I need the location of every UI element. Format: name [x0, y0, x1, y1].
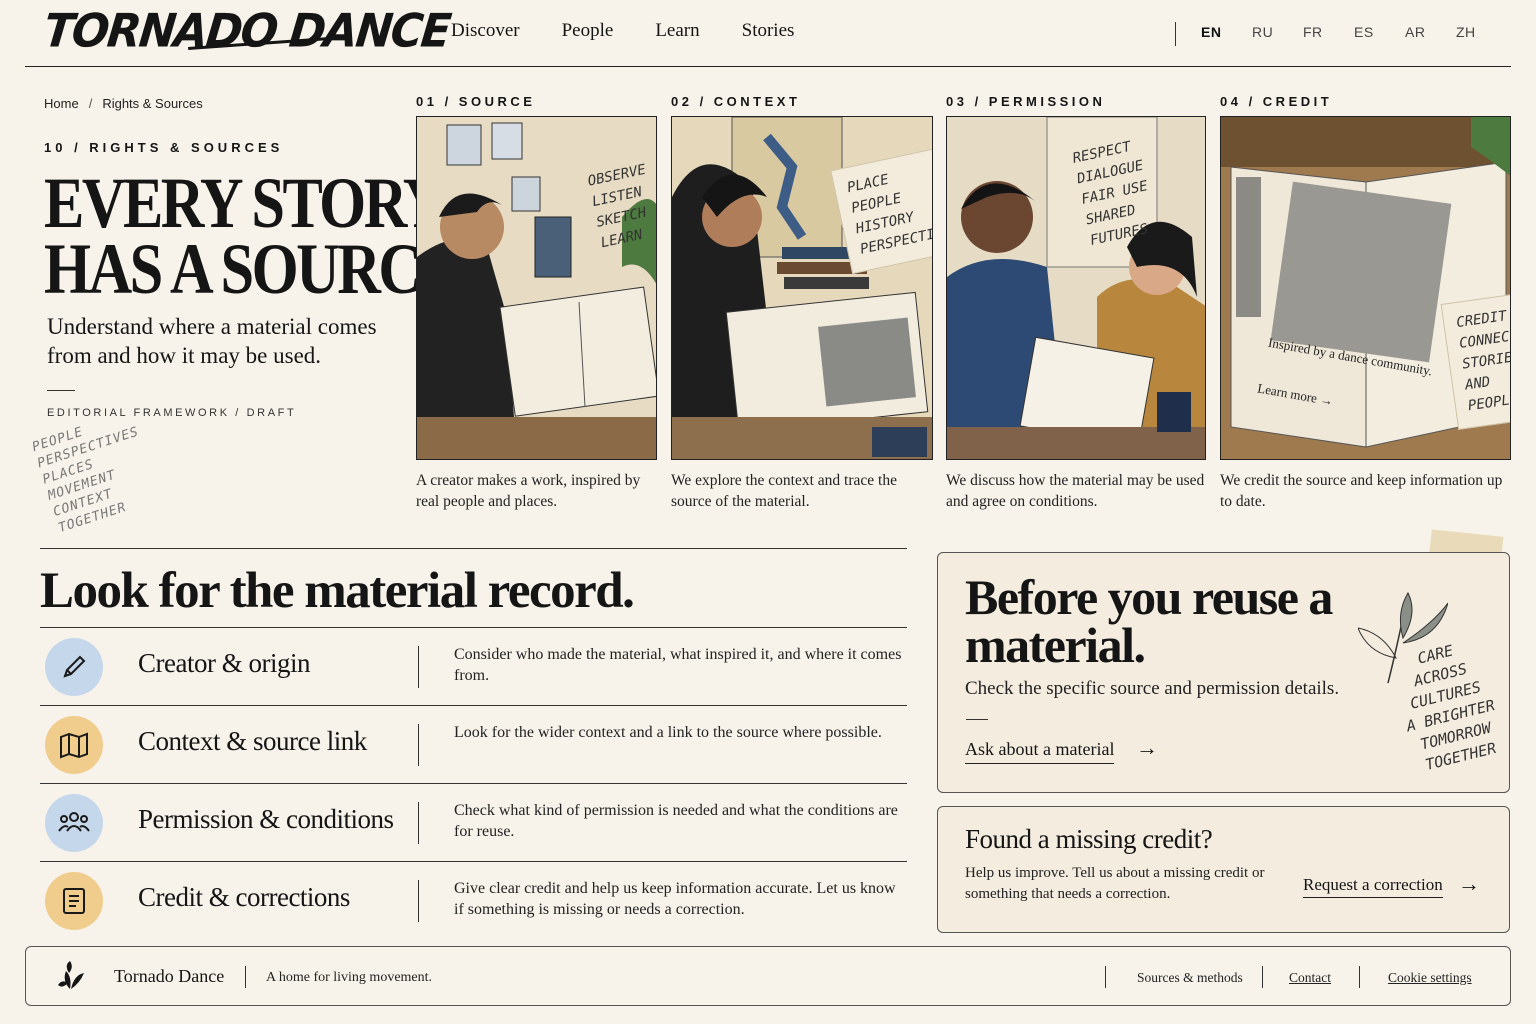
row-divider — [418, 802, 419, 844]
row-divider — [418, 724, 419, 766]
ask-about-material-link[interactable]: Ask about a material — [965, 739, 1115, 764]
panel-credit: 04 / CREDIT Inspired by a dance communit… — [1220, 94, 1511, 512]
record-row-desc: Check what kind of permission is needed … — [454, 802, 898, 840]
breadcrumb-home[interactable]: Home — [44, 96, 79, 111]
footer-link-sources[interactable]: Sources & methods — [1137, 970, 1243, 986]
lang-es[interactable]: ES — [1354, 24, 1405, 40]
record-heading: Look for the material record. — [40, 563, 635, 619]
footer-divider — [245, 966, 246, 988]
missing-credit-card: Found a missing credit? Help us improve.… — [937, 806, 1510, 933]
document-icon — [45, 872, 103, 930]
row-divider — [418, 646, 419, 688]
panel-context: 02 / CONTEXT PLACE PEOPLE HISTORY PERSPE… — [671, 94, 933, 512]
nav-discover[interactable]: Discover — [451, 20, 520, 42]
arrow-right-icon[interactable]: → — [1136, 735, 1158, 761]
panel-caption: We discuss how the material may be used … — [946, 472, 1205, 510]
handwritten-scribble: PEOPLE PERSPECTIVES PLACES MOVEMENT CONT… — [30, 407, 162, 537]
page-title-line1: EVERY STORY — [44, 163, 446, 243]
site-logo[interactable]: TORNADO DANCE — [41, 5, 452, 59]
reuse-heading: Before you reuse a material. — [965, 569, 1333, 673]
record-row-title: Credit & corrections — [138, 882, 350, 912]
record-list: Creator & origin Consider who made the m… — [40, 627, 907, 939]
lang-en[interactable]: EN — [1201, 24, 1252, 40]
section-kicker: 10 / RIGHTS & SOURCES — [44, 140, 284, 155]
panel-label: 04 / CREDIT — [1220, 94, 1333, 109]
lang-ru[interactable]: RU — [1252, 24, 1303, 40]
header-divider — [25, 66, 1511, 67]
language-divider — [1175, 22, 1176, 46]
panel-caption: We credit the source and keep informatio… — [1220, 472, 1503, 510]
record-row-desc: Look for the wider context and a link to… — [454, 724, 882, 741]
arrow-right-icon[interactable]: → — [1458, 871, 1480, 897]
footer-brand: Tornado Dance — [114, 966, 225, 986]
panel-illustration-credit: Inspired by a dance community. Learn mor… — [1220, 116, 1511, 460]
map-icon — [45, 716, 103, 774]
footer-divider — [1359, 966, 1360, 988]
lang-ar[interactable]: AR — [1405, 24, 1456, 40]
reuse-dash — [966, 719, 988, 720]
page-title: EVERY STORY HAS A SOURCE. — [44, 163, 473, 309]
missing-credit-heading: Found a missing credit? — [965, 824, 1213, 854]
panel-illustration-context: PLACE PEOPLE HISTORY PERSPECTIVE — [671, 116, 933, 460]
panel-illustration-permission: RESPECT DIALOGUE FAIR USE SHARED FUTURES — [946, 116, 1206, 460]
nav-people[interactable]: People — [562, 20, 614, 42]
record-row-creator: Creator & origin Consider who made the m… — [40, 627, 907, 705]
editorial-meta: EDITORIAL FRAMEWORK / DRAFT — [47, 407, 297, 419]
handwritten-note: CARE ACROSS CULTURES A BRIGHTER TOMORROW… — [1389, 634, 1507, 778]
language-switcher: EN RU FR ES AR ZH — [1201, 24, 1507, 40]
page-subtitle: Understand where a material comes from a… — [47, 314, 377, 368]
intro-dash — [47, 390, 75, 391]
site-footer: Tornado Dance A home for living movement… — [25, 946, 1511, 1006]
lang-zh[interactable]: ZH — [1456, 24, 1507, 40]
pencil-icon — [45, 638, 103, 696]
panel-label: 01 / SOURCE — [416, 94, 536, 109]
panel-label: 03 / PERMISSION — [946, 94, 1106, 109]
nav-learn[interactable]: Learn — [655, 20, 699, 42]
footer-link-cookies[interactable]: Cookie settings — [1388, 970, 1472, 986]
panel-caption: A creator makes a work, inspired by real… — [416, 472, 641, 510]
row-divider — [418, 880, 419, 922]
breadcrumb-current[interactable]: Rights & Sources — [102, 96, 202, 111]
leaf-logo-icon — [58, 961, 84, 989]
record-row-desc: Consider who made the material, what ins… — [454, 646, 902, 684]
panel-caption: We explore the context and trace the sou… — [671, 472, 897, 510]
panel-permission: 03 / PERMISSION RESPECT DIALOGUE FAIR US… — [946, 94, 1206, 512]
footer-divider — [1262, 966, 1263, 988]
footer-link-contact[interactable]: Contact — [1289, 970, 1331, 986]
panel-illustration-source: OBSERVE LISTEN SKETCH LEARN — [416, 116, 657, 460]
record-row-desc: Give clear credit and help us keep infor… — [454, 880, 896, 918]
footer-divider — [1105, 966, 1106, 988]
panel-label: 02 / CONTEXT — [671, 94, 801, 109]
lang-fr[interactable]: FR — [1303, 24, 1354, 40]
record-row-title: Context & source link — [138, 726, 367, 756]
record-row-context: Context & source link Look for the wider… — [40, 705, 907, 783]
record-row-title: Permission & conditions — [138, 804, 394, 834]
request-correction-link[interactable]: Request a correction — [1303, 875, 1443, 898]
page-title-line2: HAS A SOURCE. — [44, 229, 473, 309]
breadcrumb: Home / Rights & Sources — [44, 96, 203, 111]
record-row-title: Creator & origin — [138, 648, 310, 678]
record-row-credit: Credit & corrections Give clear credit a… — [40, 861, 907, 939]
footer-tagline: A home for living movement. — [266, 970, 433, 985]
people-icon — [45, 794, 103, 852]
reuse-text: Check the specific source and permission… — [965, 678, 1340, 699]
nav-stories[interactable]: Stories — [742, 20, 795, 42]
panel-source: 01 / SOURCE OBSERVE LISTEN SKETCH LEARN … — [416, 94, 657, 512]
reuse-card: Before you reuse a material. Check the s… — [937, 552, 1510, 793]
main-nav: Discover People Learn Stories — [451, 20, 836, 42]
missing-credit-text: Help us improve. Tell us about a missing… — [965, 865, 1265, 902]
record-row-permission: Permission & conditions Check what kind … — [40, 783, 907, 861]
section-divider — [40, 548, 907, 549]
